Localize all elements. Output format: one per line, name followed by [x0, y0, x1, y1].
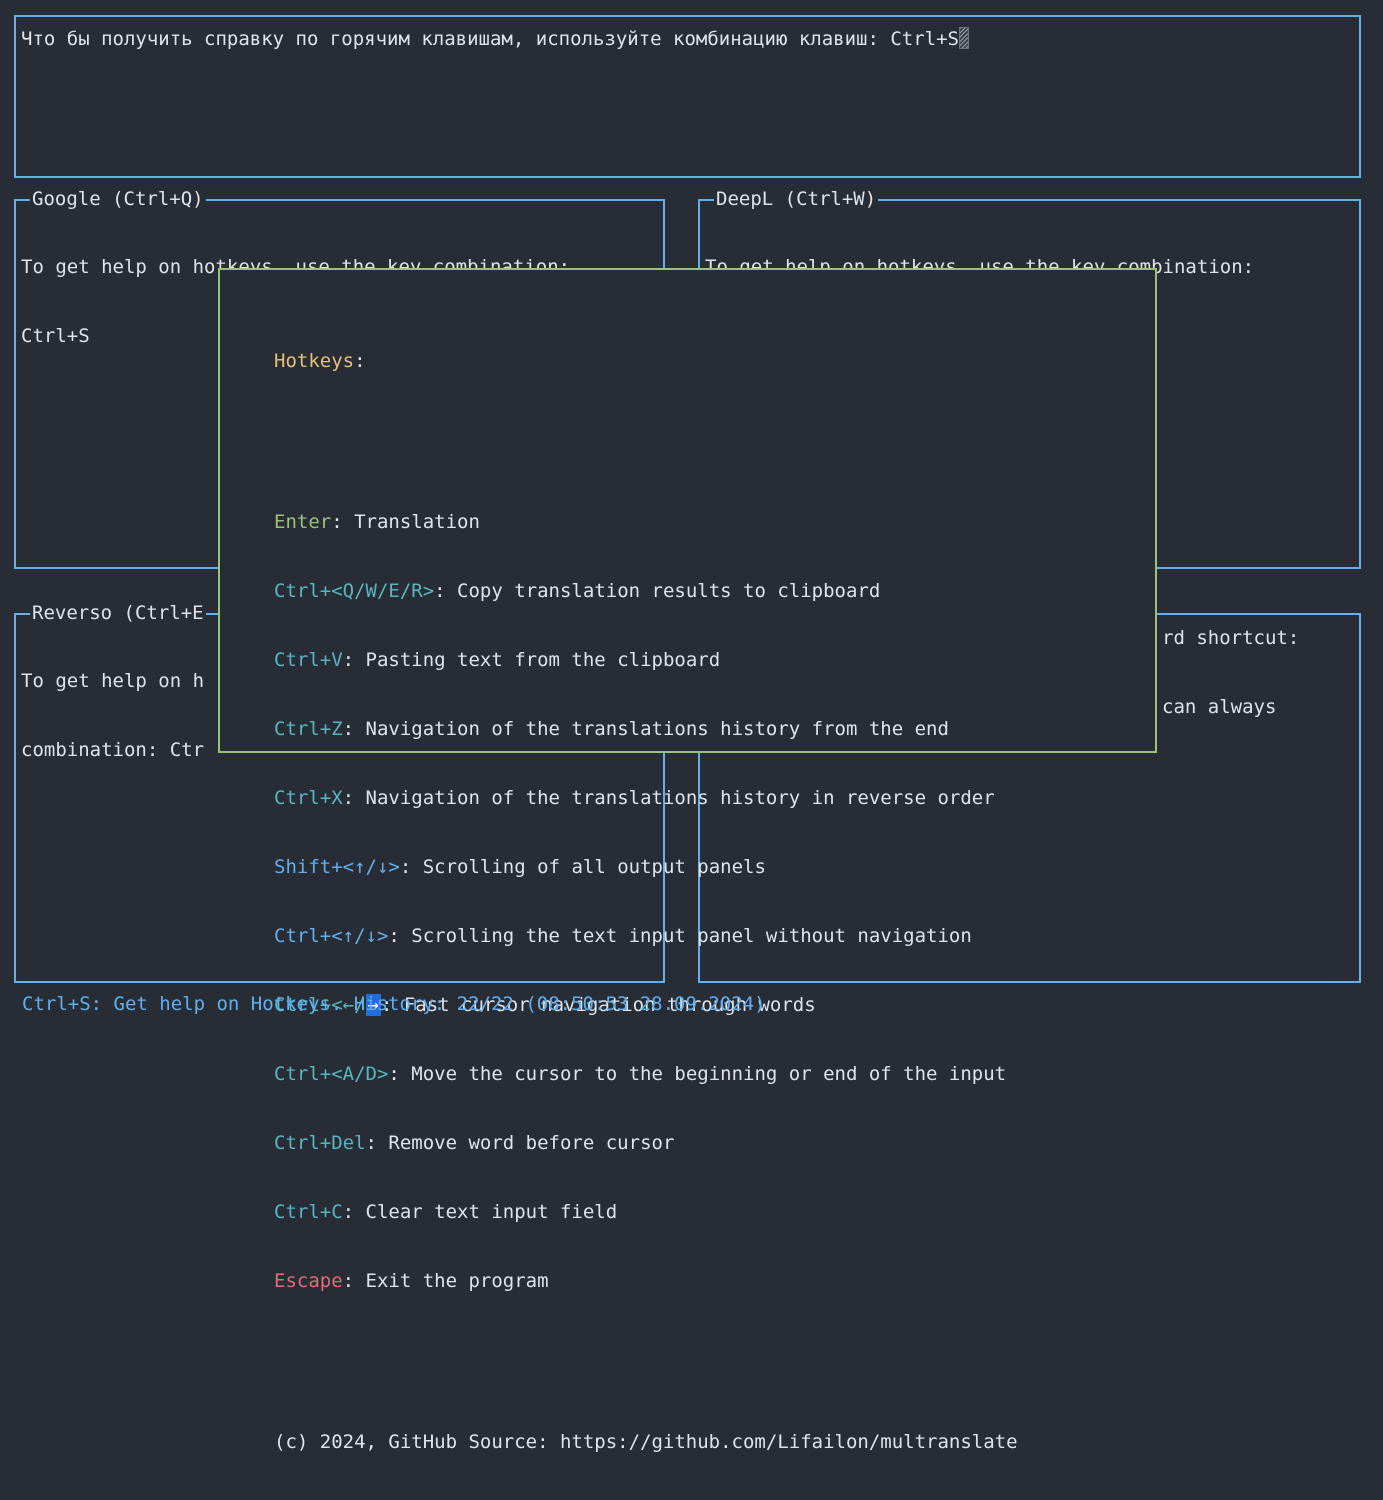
hotkey-desc: Clear text input field: [365, 1201, 618, 1223]
hotkey-key: Shift+<↑/↓>: [274, 856, 400, 878]
fourth-line-1: rd shortcut:: [1162, 627, 1300, 649]
hotkey-key: Enter: [274, 511, 332, 533]
hotkey-sep: :: [342, 787, 366, 809]
input-text: Что бы получить справку по горячим клави…: [21, 28, 959, 50]
hotkey-row: Escape: Exit the program: [274, 1270, 1018, 1293]
hotkey-sep: :: [388, 925, 412, 947]
hotkey-sep: :: [342, 1201, 366, 1223]
hotkey-row: Ctrl+<A/D>: Move the cursor to the begin…: [274, 1063, 1018, 1086]
hotkey-row: Ctrl+<Q/W/E/R>: Copy translation results…: [274, 580, 1018, 603]
hotkey-row: Shift+<↑/↓>: Scrolling of all output pan…: [274, 856, 1018, 879]
hotkey-desc: Move the cursor to the beginning or end …: [411, 1063, 1007, 1085]
hotkey-desc: Exit the program: [365, 1270, 549, 1292]
hotkey-key: Ctrl+C: [274, 1201, 343, 1223]
hotkeys-help-modal: Hotkeys: Enter: Translation Ctrl+<Q/W/E/…: [218, 268, 1157, 1453]
hotkey-row: Ctrl+<↑/↓>: Scrolling the text input pan…: [274, 925, 1018, 948]
text-cursor: [959, 27, 969, 49]
hotkey-desc: Copy translation results to clipboard: [457, 580, 881, 602]
google-panel-title: Google (Ctrl+Q): [30, 188, 206, 211]
hotkey-row: Ctrl+Del: Remove word before cursor: [274, 1132, 1018, 1155]
help-title-colon: :: [354, 350, 366, 372]
hotkey-desc: Navigation of the translations history f…: [365, 718, 949, 740]
hotkey-sep: :: [342, 1270, 366, 1292]
hotkey-sep: :: [399, 856, 423, 878]
text-input-panel[interactable]: Что бы получить справку по горячим клави…: [14, 15, 1361, 178]
hotkey-row: Ctrl+Z: Navigation of the translations h…: [274, 718, 1018, 741]
hotkey-key: Ctrl+<Q/W/E/R>: [274, 580, 435, 602]
hotkey-desc: Pasting text from the clipboard: [365, 649, 721, 671]
hotkey-row: Ctrl+C: Clear text input field: [274, 1201, 1018, 1224]
help-footer: (c) 2024, GitHub Source: https://github.…: [274, 1431, 1018, 1453]
hotkey-desc: Remove word before cursor: [388, 1132, 675, 1154]
hotkey-desc: Translation: [354, 511, 480, 533]
hotkey-sep: :: [342, 718, 366, 740]
hotkey-row: Enter: Translation: [274, 511, 1018, 534]
hotkey-row: Ctrl+X: Navigation of the translations h…: [274, 787, 1018, 810]
hotkey-key: Escape: [274, 1270, 343, 1292]
hotkey-key: Ctrl+X: [274, 787, 343, 809]
help-heading: Hotkeys:: [274, 350, 1018, 373]
status-bar: Ctrl+S: Get help on Hotkeys. History: 22…: [22, 993, 766, 1015]
hotkey-sep: :: [434, 580, 458, 602]
hotkey-sep: :: [388, 1063, 412, 1085]
text-input-content[interactable]: Что бы получить справку по горячим клави…: [21, 27, 1353, 51]
reverso-panel-title: Reverso (Ctrl+E: [30, 602, 206, 625]
hotkey-key: Ctrl+V: [274, 649, 343, 671]
hotkey-desc: Navigation of the translations history i…: [365, 787, 995, 809]
hotkey-sep: :: [365, 1132, 389, 1154]
hotkey-key: Ctrl+<A/D>: [274, 1063, 389, 1085]
help-title: Hotkeys: [274, 350, 355, 372]
hotkey-row: Ctrl+V: Pasting text from the clipboard: [274, 649, 1018, 672]
hotkeys-help-content: Hotkeys: Enter: Translation Ctrl+<Q/W/E/…: [274, 304, 1018, 1500]
hotkey-key: Ctrl+<↑/↓>: [274, 925, 389, 947]
hotkey-sep: :: [342, 649, 366, 671]
fourth-line-2: can always: [1162, 696, 1277, 718]
hotkey-sep: :: [331, 511, 355, 533]
hotkey-desc: Scrolling the text input panel without n…: [411, 925, 972, 947]
deepl-panel-title: DeepL (Ctrl+W): [714, 188, 879, 211]
hotkey-key: Ctrl+Del: [274, 1132, 366, 1154]
hotkey-desc: Scrolling of all output panels: [422, 856, 766, 878]
hotkey-key: Ctrl+Z: [274, 718, 343, 740]
